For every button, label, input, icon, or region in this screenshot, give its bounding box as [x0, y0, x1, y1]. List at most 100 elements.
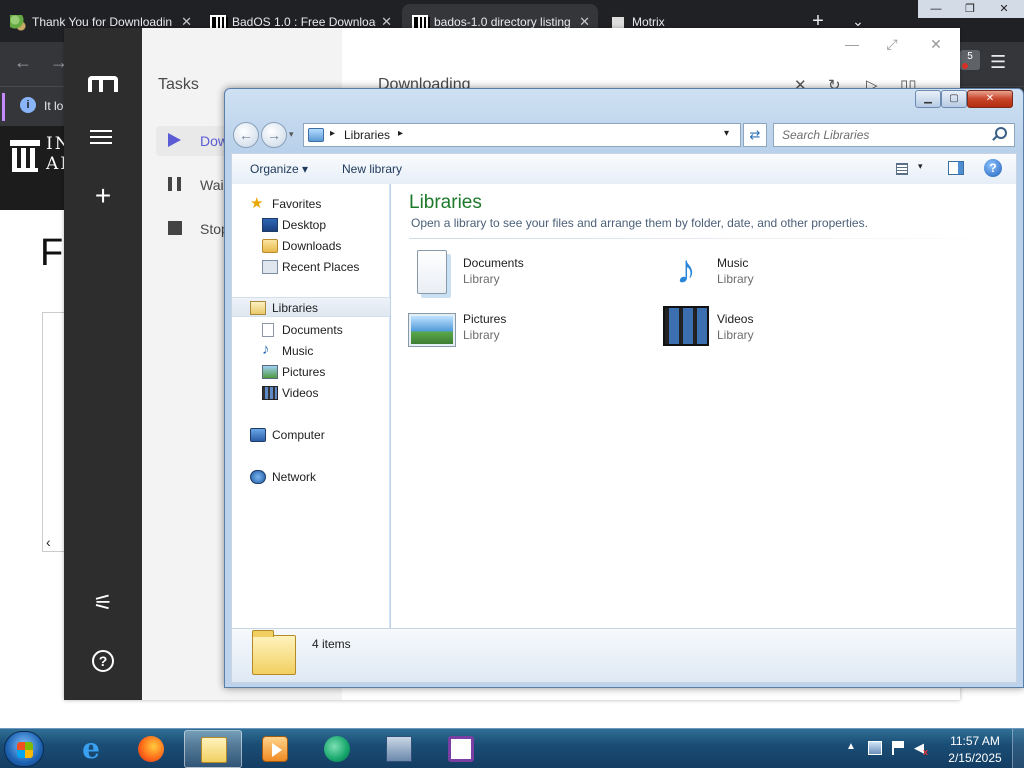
search-icon[interactable] — [995, 127, 1007, 139]
view-dropdown-icon[interactable]: ▾ — [918, 161, 923, 172]
restore-button[interactable]: ❐ — [954, 0, 986, 18]
divider — [409, 238, 1001, 239]
recent-places-icon — [262, 260, 278, 274]
change-view-button[interactable]: ▾ — [892, 161, 926, 177]
scroll-left-icon[interactable]: ‹ — [46, 534, 51, 550]
archive-logo-icon[interactable] — [10, 140, 40, 172]
back-button[interactable]: ← — [233, 122, 259, 148]
navigation-pane: ★ Favorites Desktop Downloads Recent Pla… — [231, 184, 390, 628]
clock-date[interactable]: 2/15/2025 — [942, 751, 1008, 765]
search-input[interactable]: Search Libraries — [773, 123, 1015, 147]
nav-videos[interactable]: Videos — [232, 383, 390, 403]
preview-pane-icon[interactable] — [948, 161, 964, 175]
breadcrumb-chevron-icon[interactable]: ▸ — [398, 128, 403, 139]
nav-label: Network — [272, 470, 317, 484]
address-dropdown-icon[interactable]: ▾ — [724, 128, 729, 139]
nav-downloads[interactable]: Downloads — [232, 236, 390, 256]
library-item-documents[interactable]: Documents Library — [409, 246, 629, 296]
library-item-pictures[interactable]: Pictures Library — [409, 302, 629, 352]
videos-icon — [262, 386, 278, 400]
computer-icon — [250, 428, 266, 442]
downloads-folder-icon — [262, 239, 278, 253]
nav-documents[interactable]: Documents — [232, 320, 390, 340]
minimize-button[interactable]: — — [920, 0, 952, 18]
show-desktop-button[interactable] — [1012, 729, 1024, 768]
nav-label: Computer — [272, 428, 325, 442]
browser-window-controls: — ❐ ✕ — [918, 0, 1024, 18]
motrix-logo-icon — [88, 76, 118, 92]
minimize-button[interactable]: — — [832, 32, 872, 56]
pictures-icon — [262, 365, 278, 379]
library-name: Music — [717, 256, 749, 270]
info-icon: i — [20, 97, 36, 113]
recent-pages-dropdown-icon[interactable]: ▾ — [289, 129, 294, 140]
play-icon — [168, 133, 181, 147]
new-library-button[interactable]: New library — [342, 162, 402, 176]
nav-label: Music — [282, 344, 314, 358]
preferences-sliders-icon[interactable]: ⚟ — [90, 590, 116, 616]
taskbar-internet-explorer[interactable]: e — [62, 730, 120, 768]
nav-label: Documents — [282, 323, 343, 337]
forward-button[interactable]: → — [261, 122, 287, 148]
media-player-icon — [262, 736, 288, 762]
clock-time[interactable]: 11:57 AM — [942, 734, 1008, 748]
view-icon — [896, 163, 908, 175]
nav-label: Recent Places — [282, 260, 360, 274]
taskbar-network-app[interactable] — [370, 730, 428, 768]
libraries-icon — [308, 128, 324, 142]
taskbar-windows-explorer[interactable] — [184, 730, 242, 768]
library-item-music[interactable]: ♪ Music Library — [663, 246, 883, 296]
nav-network[interactable]: Network — [232, 467, 390, 487]
library-name: Documents — [463, 256, 524, 270]
star-icon: ★ — [250, 195, 264, 212]
address-bar[interactable]: ▸ Libraries ▸ ▾ — [303, 123, 741, 147]
close-button[interactable]: ✕ — [988, 0, 1020, 18]
firefox-icon — [138, 736, 164, 762]
nav-computer[interactable]: Computer — [232, 425, 390, 445]
back-arrow-icon[interactable]: ← — [14, 52, 32, 73]
taskbar-disk-app[interactable] — [432, 730, 490, 768]
help-icon[interactable]: ? — [984, 159, 1002, 177]
page-title: Libraries — [409, 192, 482, 213]
minimize-button[interactable]: ▁ — [915, 90, 941, 108]
breadcrumb-libraries[interactable]: Libraries — [344, 128, 390, 142]
puzzle-icon — [10, 15, 26, 31]
network-computer-icon — [386, 736, 412, 762]
refresh-icon[interactable]: ⇄ — [743, 123, 767, 147]
nav-pictures[interactable]: Pictures — [232, 362, 390, 382]
nav-desktop[interactable]: Desktop — [232, 215, 390, 235]
nav-label: Videos — [282, 386, 319, 400]
nav-label: Pictures — [282, 365, 326, 379]
network-tray-icon[interactable] — [868, 741, 882, 755]
maximize-button[interactable]: ▢ — [941, 90, 967, 108]
taskbar-media-player[interactable] — [246, 730, 304, 768]
taskbar-firefox[interactable] — [122, 730, 180, 768]
page-heading: F — [40, 232, 64, 274]
nav-favorites[interactable]: ★ Favorites — [232, 194, 390, 214]
libraries-explorer-window: ▁ ▢ ✕ ← → ▾ ▸ Libraries ▸ ▾ ⇄ Search Lib… — [224, 88, 1024, 688]
close-button[interactable]: ✕ — [967, 90, 1013, 108]
library-item-videos[interactable]: Videos Library — [663, 302, 883, 352]
taskbar: e ▲ ◀ 11:57 AM 2/15/2025 — [0, 728, 1024, 768]
pause-icon — [168, 177, 181, 191]
breadcrumb-chevron-icon[interactable]: ▸ — [330, 128, 335, 139]
organize-button[interactable]: Organize ▾ — [250, 162, 308, 176]
taskbar-chat[interactable] — [308, 730, 366, 768]
add-task-icon[interactable]: + — [90, 180, 116, 212]
library-type: Library — [717, 272, 754, 286]
action-center-flag-icon[interactable] — [892, 741, 906, 755]
nav-music[interactable]: ♪ Music — [232, 341, 390, 361]
maximize-button[interactable]: ⤢ — [872, 32, 912, 56]
nav-libraries[interactable]: Libraries — [232, 297, 390, 317]
hamburger-menu-icon[interactable] — [90, 126, 116, 148]
nav-label: Libraries — [272, 301, 319, 315]
nav-recent-places[interactable]: Recent Places — [232, 257, 390, 277]
start-button[interactable] — [4, 731, 44, 767]
help-icon[interactable]: ? — [92, 650, 114, 672]
extension-badge-icon[interactable]: 5 — [960, 50, 980, 70]
close-button[interactable]: ✕ — [916, 32, 956, 56]
volume-muted-icon[interactable]: ◀ — [914, 741, 928, 760]
tasks-title: Tasks — [158, 76, 199, 93]
browser-menu-icon[interactable]: ☰ — [990, 52, 1006, 73]
show-hidden-icons-icon[interactable]: ▲ — [846, 741, 856, 752]
